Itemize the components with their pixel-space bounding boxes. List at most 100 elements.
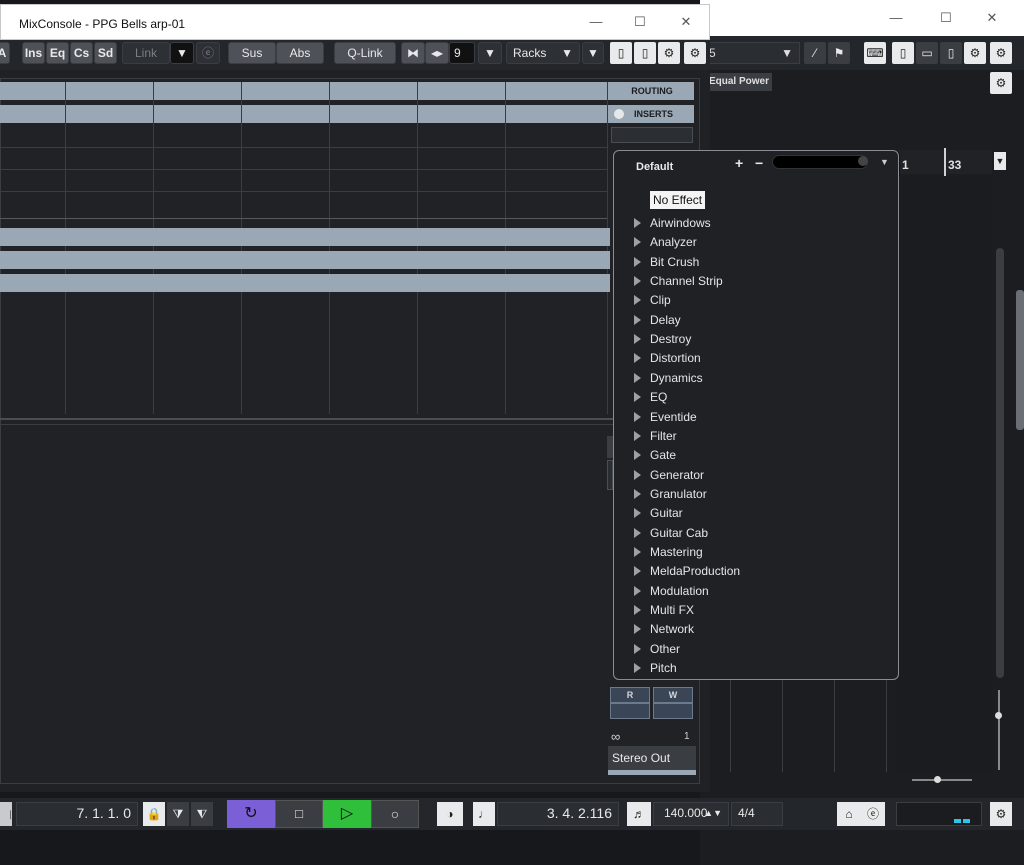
clear-search-icon[interactable] bbox=[858, 156, 868, 166]
chevron-down-icon[interactable]: ▼ bbox=[880, 157, 889, 167]
effect-category-item[interactable]: Guitar Cab bbox=[650, 524, 708, 542]
flag-icon[interactable]: ⚑ bbox=[828, 42, 850, 64]
ins-button[interactable]: Ins bbox=[22, 42, 45, 64]
record-button[interactable]: ○ bbox=[371, 800, 419, 828]
settings-icon-3[interactable]: ⚙ bbox=[990, 72, 1012, 94]
time-display[interactable]: 3. 4. 2.116 bbox=[497, 802, 619, 826]
a-button[interactable]: A bbox=[0, 42, 10, 64]
racks-extra-dropdown[interactable]: ▼ bbox=[582, 42, 604, 64]
keyboard-icon[interactable]: ⌨ bbox=[864, 42, 886, 64]
effect-category-item[interactable]: Other bbox=[650, 640, 680, 658]
zoom-slider-thumb[interactable] bbox=[995, 712, 1002, 719]
link-icon[interactable]: ∞ bbox=[611, 729, 620, 744]
signature-field[interactable]: 4/4 bbox=[731, 802, 783, 826]
horizontal-zoom-slider[interactable] bbox=[912, 779, 972, 781]
no-effect-item[interactable]: No Effect bbox=[650, 191, 705, 209]
channel-count-dropdown[interactable]: ▼ bbox=[478, 42, 502, 64]
effect-category-item[interactable]: Network bbox=[650, 620, 694, 638]
cycle-button[interactable]: ↻ bbox=[227, 800, 275, 828]
minimize-icon[interactable]: — bbox=[886, 8, 906, 28]
effect-category-item[interactable]: Gate bbox=[650, 446, 676, 464]
vertical-scrollbar[interactable] bbox=[996, 248, 1004, 678]
zoom-slider-vertical[interactable] bbox=[998, 690, 1000, 770]
punch-out-icon[interactable]: ⧨ bbox=[191, 802, 213, 826]
zoom-dropdown[interactable]: ▼ bbox=[994, 152, 1006, 170]
transport-left-edge-icon[interactable] bbox=[0, 802, 10, 826]
racks-dropdown[interactable]: Racks ▼ bbox=[506, 42, 580, 64]
channel-nav-left-icon[interactable]: ⧓ bbox=[401, 42, 425, 64]
link-button[interactable]: Link bbox=[122, 42, 170, 64]
punch-in-icon[interactable]: ⧩ bbox=[167, 802, 189, 826]
effect-category-item[interactable]: Filter bbox=[650, 427, 677, 445]
effect-category-item[interactable]: Airwindows bbox=[650, 214, 711, 232]
effect-category-item[interactable]: Multi FX bbox=[650, 601, 694, 619]
e-icon[interactable]: ⓔ bbox=[196, 42, 220, 64]
settings-icon-2[interactable]: ⚙ bbox=[684, 42, 706, 64]
effect-category-item[interactable]: MeldaProduction bbox=[650, 562, 740, 580]
maximize-icon[interactable]: ☐ bbox=[630, 12, 650, 32]
link-dropdown[interactable]: ▼ bbox=[170, 42, 194, 64]
effect-category-item[interactable]: Mastering bbox=[650, 543, 703, 561]
effect-category-item[interactable]: Eventide bbox=[650, 408, 697, 426]
tempo-icon[interactable]: ♬ bbox=[627, 802, 651, 826]
effect-category-item[interactable]: Pitch bbox=[650, 659, 677, 677]
preset-search-field[interactable] bbox=[772, 155, 868, 169]
eq-button[interactable]: Eq bbox=[46, 42, 69, 64]
effect-category-item[interactable]: Analyzer bbox=[650, 233, 697, 251]
qlink-button[interactable]: Q-Link bbox=[334, 42, 396, 64]
automation-slot-1[interactable] bbox=[610, 703, 650, 719]
e-icon[interactable]: ⓔ bbox=[861, 802, 885, 826]
layout-bottom-icon[interactable]: ▭ bbox=[916, 42, 938, 64]
layout-right-icon[interactable]: ▯ bbox=[940, 42, 962, 64]
effect-category-item[interactable]: EQ bbox=[650, 388, 667, 406]
maximize-icon[interactable]: ☐ bbox=[936, 8, 956, 28]
effect-category-item[interactable]: Bit Crush bbox=[650, 253, 699, 271]
routing-label[interactable]: ROUTING bbox=[610, 82, 694, 100]
layout-left-icon[interactable]: ▯ bbox=[610, 42, 632, 64]
read-button[interactable]: R bbox=[610, 687, 650, 703]
output-routing[interactable]: Stereo Out bbox=[608, 746, 696, 770]
settings-icon[interactable]: ⚙ bbox=[964, 42, 986, 64]
effect-category-item[interactable]: Granulator bbox=[650, 485, 707, 503]
horizontal-zoom-thumb[interactable] bbox=[934, 776, 941, 783]
sd-button[interactable]: Sd bbox=[94, 42, 117, 64]
effect-category-item[interactable]: Clip bbox=[650, 291, 671, 309]
effect-category-item[interactable]: Generator bbox=[650, 466, 704, 484]
layout-left-icon[interactable]: ▯ bbox=[892, 42, 914, 64]
remove-preset-icon[interactable]: − bbox=[755, 155, 763, 171]
metronome-sync-icon[interactable]: ◑ bbox=[437, 802, 463, 826]
effect-category-item[interactable]: Distortion bbox=[650, 349, 701, 367]
click-icon[interactable]: ⌂ bbox=[837, 802, 861, 826]
settings-icon[interactable]: ⚙ bbox=[658, 42, 680, 64]
abs-button[interactable]: Abs bbox=[276, 42, 324, 64]
layout-right-icon[interactable]: ▯ bbox=[634, 42, 656, 64]
effect-category-item[interactable]: Channel Strip bbox=[650, 272, 723, 290]
preset-name[interactable]: Default bbox=[636, 161, 673, 173]
outer-scrollbar[interactable] bbox=[1016, 290, 1024, 430]
project-value-field[interactable]: 5 ▼ bbox=[700, 42, 800, 64]
note-icon[interactable]: ♩ bbox=[473, 802, 495, 826]
effect-category-item[interactable]: Dynamics bbox=[650, 369, 703, 387]
automation-slot-2[interactable] bbox=[653, 703, 693, 719]
transport-settings-icon[interactable]: ⚙ bbox=[990, 802, 1012, 826]
effect-category-item[interactable]: Destroy bbox=[650, 330, 691, 348]
effect-category-item[interactable]: Modulation bbox=[650, 582, 709, 600]
channel-nav-right-icon[interactable]: ◂▸ bbox=[425, 42, 449, 64]
insert-slot-1[interactable] bbox=[611, 127, 693, 143]
tempo-field[interactable]: 140.000 ▲▼ bbox=[653, 802, 729, 826]
channel-count[interactable]: 9 bbox=[449, 42, 475, 64]
tempo-stepper-icon[interactable]: ▲▼ bbox=[704, 803, 722, 823]
snap-icon[interactable]: ⁄ bbox=[804, 42, 826, 64]
equal-power-label[interactable]: Equal Power bbox=[706, 73, 772, 91]
cs-button[interactable]: Cs bbox=[70, 42, 93, 64]
close-icon[interactable]: ✕ bbox=[982, 8, 1002, 28]
write-button[interactable]: W bbox=[653, 687, 693, 703]
play-button[interactable]: ▷ bbox=[323, 800, 371, 828]
position-display[interactable]: 7. 1. 1. 0 bbox=[16, 802, 138, 826]
effect-category-item[interactable]: Delay bbox=[650, 311, 681, 329]
inserts-bypass-icon[interactable] bbox=[614, 109, 624, 119]
effect-category-item[interactable]: Guitar bbox=[650, 504, 683, 522]
settings-icon-2[interactable]: ⚙ bbox=[990, 42, 1012, 64]
sus-button[interactable]: Sus bbox=[228, 42, 276, 64]
add-preset-icon[interactable]: + bbox=[735, 155, 743, 171]
